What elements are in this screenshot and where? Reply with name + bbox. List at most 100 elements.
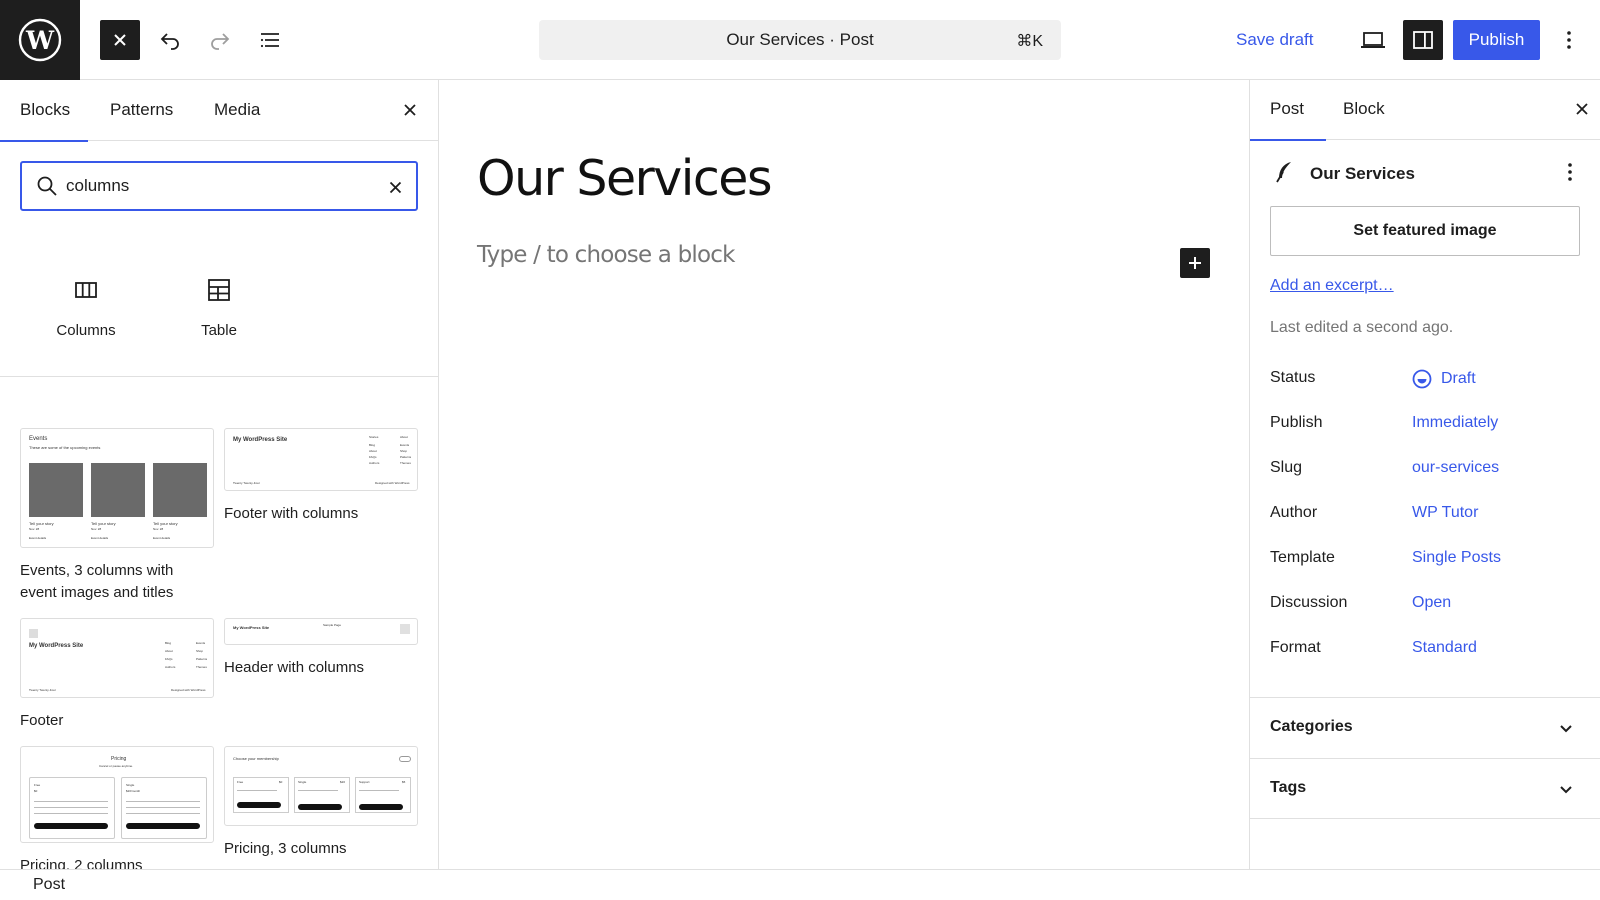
format-button[interactable]: Standard <box>1412 639 1477 657</box>
close-icon <box>114 34 126 46</box>
meta-label: Status <box>1270 369 1316 386</box>
chevron-down-icon <box>1560 725 1572 733</box>
breadcrumb-post[interactable]: Post <box>33 876 65 894</box>
close-settings-button[interactable] <box>1569 96 1595 122</box>
inserter-tabs: Blocks Patterns Media <box>0 80 438 142</box>
redo-button[interactable] <box>200 20 240 60</box>
close-icon <box>389 181 401 193</box>
block-inserter-panel: Blocks Patterns Media Columns Table Even… <box>0 80 439 870</box>
meta-row-publish: Publish Immediately <box>1270 414 1580 438</box>
discussion-button[interactable]: Open <box>1412 594 1451 612</box>
publish-button[interactable]: Publish <box>1453 20 1540 60</box>
pattern-label: Footer <box>20 712 64 729</box>
slug-button[interactable]: our-services <box>1412 459 1499 477</box>
close-icon <box>404 104 416 116</box>
last-edited-text: Last edited a second ago. <box>1270 319 1454 336</box>
add-block-button[interactable] <box>1180 248 1210 278</box>
pattern-label: Pricing, 3 columns <box>224 840 347 857</box>
editor-header: W Our Services · Post ⌘K Save draft Publ… <box>0 0 1600 80</box>
tab-media[interactable]: Media <box>214 80 260 141</box>
wordpress-logo[interactable]: W <box>0 0 80 80</box>
search-icon <box>37 176 57 196</box>
meta-row-status: Status Draft <box>1270 369 1580 393</box>
tab-block[interactable]: Block <box>1343 80 1385 140</box>
columns-icon <box>20 270 152 310</box>
tab-post[interactable]: Post <box>1249 80 1327 141</box>
command-shortcut: ⌘K <box>1016 33 1043 50</box>
preview-button[interactable] <box>1353 20 1393 60</box>
clear-search-button[interactable] <box>383 175 407 199</box>
pattern-label: Header with columns <box>224 659 365 676</box>
block-columns[interactable]: Columns <box>20 270 152 360</box>
post-feather-icon <box>1274 160 1296 189</box>
author-button[interactable]: WP Tutor <box>1412 504 1478 522</box>
meta-row-format: Format Standard <box>1270 639 1580 663</box>
pattern-pricing-2-columns[interactable]: Pricing Cancel or pause anytime. Free Si… <box>20 746 214 870</box>
settings-toggle-button[interactable] <box>1403 20 1443 60</box>
pattern-preview: My WordPress Site Blog About FAQs Author… <box>20 618 214 698</box>
pattern-header-with-columns[interactable]: My WordPress Site Sample Page Header wit… <box>224 618 418 679</box>
meta-label: Template <box>1270 549 1335 566</box>
draft-status-icon <box>1412 369 1432 389</box>
pattern-pricing-3-columns[interactable]: Choose your membership Free Single Suppo… <box>224 746 418 860</box>
block-table[interactable]: Table <box>153 270 285 360</box>
undo-button[interactable] <box>150 20 190 60</box>
pattern-footer-with-columns[interactable]: My WordPress Site Stories About Blog Abo… <box>224 428 418 525</box>
meta-label: Format <box>1270 639 1321 656</box>
pattern-events-3-columns[interactable]: Events These are some of the upcoming ev… <box>20 428 214 604</box>
post-actions-button[interactable] <box>1558 160 1582 184</box>
settings-sidebar-icon <box>1413 31 1433 49</box>
pattern-preview: My WordPress Site Sample Page <box>224 618 418 645</box>
plus-icon <box>1189 257 1201 269</box>
sidebar-tabs: Post Block <box>1249 80 1600 141</box>
undo-icon <box>160 33 179 50</box>
pattern-preview: Pricing Cancel or pause anytime. Free Si… <box>20 746 214 843</box>
add-excerpt-link[interactable]: Add an excerpt… <box>1270 277 1394 295</box>
block-search-input[interactable] <box>66 171 366 201</box>
document-overview-button[interactable] <box>250 20 290 60</box>
post-title[interactable]: Our Services <box>477 150 772 207</box>
tab-patterns[interactable]: Patterns <box>110 80 173 141</box>
publish-date-button[interactable]: Immediately <box>1412 414 1498 432</box>
pattern-preview: Events These are some of the upcoming ev… <box>20 428 214 548</box>
chevron-down-icon <box>1560 786 1572 794</box>
divider <box>0 376 438 377</box>
status-button[interactable]: Draft <box>1412 369 1476 389</box>
save-draft-button[interactable]: Save draft <box>1236 20 1314 60</box>
meta-label: Slug <box>1270 459 1303 476</box>
svg-text:W: W <box>25 26 55 55</box>
pattern-footer[interactable]: My WordPress Site Blog About FAQs Author… <box>20 618 214 732</box>
section-title: Categories <box>1270 718 1353 735</box>
meta-label: Discussion <box>1270 594 1348 611</box>
block-label: Table <box>201 322 237 339</box>
pattern-label: Events, 3 columns with event images and … <box>20 562 174 601</box>
close-icon <box>1576 103 1588 115</box>
more-options-icon <box>1568 163 1572 181</box>
block-breadcrumb-bar: Post <box>0 869 1600 900</box>
settings-sidebar: Post Block Our Services Set featured ima… <box>1249 80 1600 870</box>
block-search <box>20 161 418 211</box>
more-options-icon <box>1567 31 1571 49</box>
meta-row-author: Author WP Tutor <box>1270 504 1580 528</box>
desktop-preview-icon <box>1361 32 1385 48</box>
close-inserter-button[interactable] <box>100 20 140 60</box>
meta-row-slug: Slug our-services <box>1270 459 1580 483</box>
meta-row-discussion: Discussion Open <box>1270 594 1580 618</box>
pattern-label: Footer with columns <box>224 505 359 522</box>
pattern-preview: Choose your membership Free Single Suppo… <box>224 746 418 826</box>
editor-canvas[interactable]: Our Services Type / to choose a block <box>439 80 1249 870</box>
table-icon <box>153 270 285 310</box>
document-title: Our Services · Post <box>726 30 874 49</box>
default-block-appender[interactable]: Type / to choose a block <box>477 242 735 268</box>
set-featured-image-button[interactable]: Set featured image <box>1270 206 1580 256</box>
close-inserter-panel-button[interactable] <box>397 97 423 123</box>
tags-panel-toggle[interactable]: Tags <box>1250 758 1600 819</box>
tab-blocks[interactable]: Blocks <box>0 80 89 142</box>
categories-panel-toggle[interactable]: Categories <box>1250 697 1600 758</box>
command-palette-bar[interactable]: Our Services · Post ⌘K <box>539 20 1061 60</box>
options-button[interactable] <box>1551 20 1587 60</box>
meta-row-template: Template Single Posts <box>1270 549 1580 573</box>
template-button[interactable]: Single Posts <box>1412 549 1501 567</box>
document-overview-icon <box>260 33 279 48</box>
block-label: Columns <box>56 322 116 339</box>
